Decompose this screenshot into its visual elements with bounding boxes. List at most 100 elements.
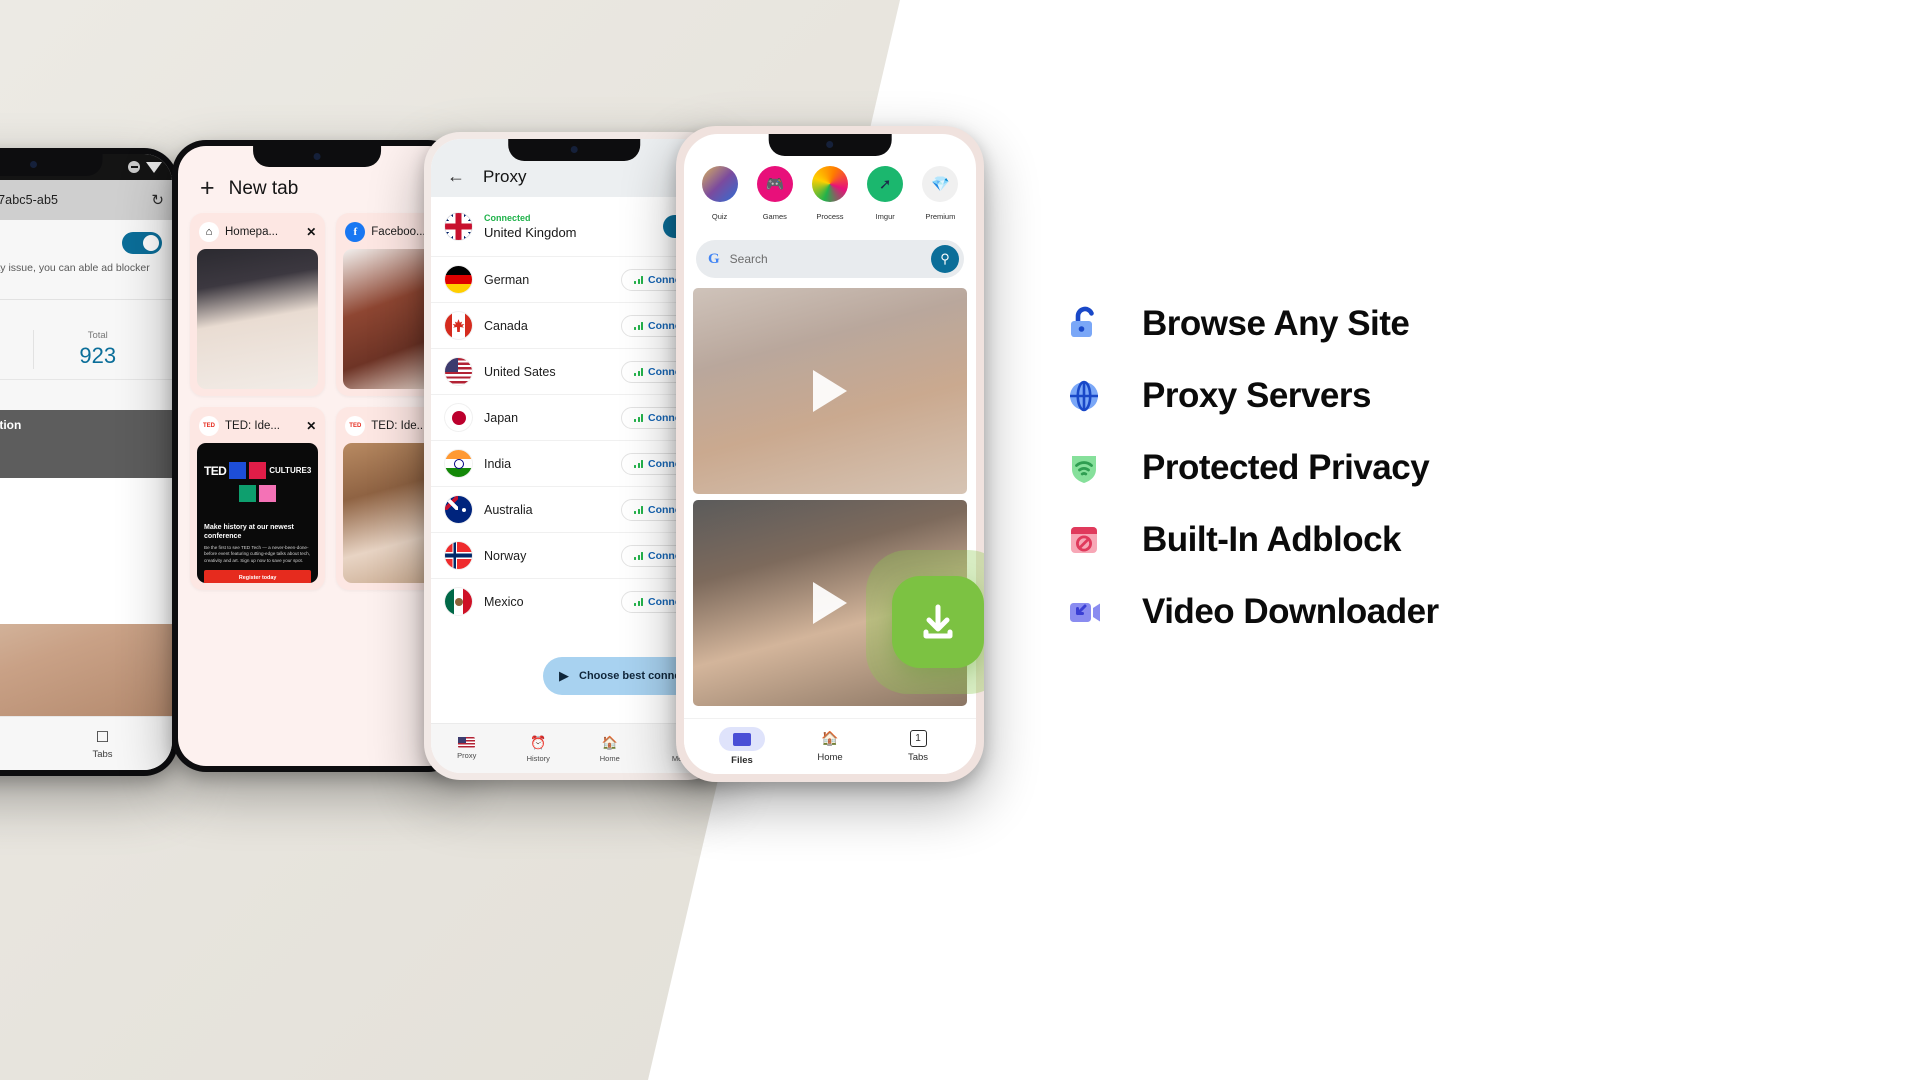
shortcut-premium[interactable]: 💎 Premium: [915, 166, 965, 224]
play-icon: ▶: [559, 668, 569, 683]
ted-block-blue: [229, 462, 247, 479]
tab-thumbnail: [343, 443, 437, 583]
search-bar[interactable]: G Search ⚲: [696, 240, 964, 278]
tab-grid: ⌂ Homepa... ✕ f Faceboo... TED TED: Ide.…: [178, 213, 456, 590]
close-icon[interactable]: ✕: [306, 225, 316, 239]
ted-wordmark: TED: [204, 463, 227, 478]
url-bar[interactable]: /kumi.tube/w/d5e7abc5-ab5 ↻: [0, 180, 172, 220]
register-button[interactable]: Register today: [204, 570, 312, 583]
divider: [0, 299, 172, 301]
tab-card[interactable]: TED TED: Ide... ✕ TED CULTURE3 Make hist…: [190, 407, 326, 590]
video-card[interactable]: [693, 288, 967, 494]
search-input[interactable]: Search: [730, 252, 921, 266]
plus-icon[interactable]: +: [200, 176, 215, 201]
nav-label: Home: [817, 752, 843, 763]
country-row[interactable]: Norway Connect: [431, 532, 717, 578]
home-icon: 🏠: [821, 730, 839, 746]
country-name: Mexico: [484, 594, 524, 609]
nav-item-home[interactable]: 🏠 Home: [574, 735, 646, 763]
ted-block-red: [249, 462, 267, 479]
nav-label: Tabs: [907, 752, 929, 763]
nav-item-home[interactable]: 🏠 Home: [786, 730, 874, 763]
feature-label: Protected Privacy: [1142, 448, 1430, 487]
tab-card[interactable]: ⌂ Homepa... ✕: [190, 213, 326, 396]
country-row[interactable]: United Sates Connect: [431, 348, 717, 394]
ca-flag-icon: [445, 312, 472, 339]
shortcut-imgur[interactable]: ➚ Imgur: [860, 166, 910, 224]
notch: [253, 146, 381, 167]
feature-built-in-adblock: Built-In Adblock: [1062, 504, 1662, 576]
nav-label: Proxy: [457, 751, 477, 760]
shortcut-games[interactable]: 🎮 Games: [750, 166, 800, 224]
country-row[interactable]: German Connect: [431, 256, 717, 302]
connection-status: Connected: [484, 213, 531, 223]
proxy-screen: ← Proxy Connected United Kingdom German …: [431, 139, 717, 773]
shortcut-label: Quiz: [711, 212, 728, 221]
shortcut-quiz[interactable]: Quiz: [695, 166, 745, 224]
country-name: Canada: [484, 318, 528, 333]
country-row[interactable]: Mexico Connect: [431, 578, 717, 624]
feature-protected-privacy: Protected Privacy: [1062, 432, 1662, 504]
connected-row[interactable]: Connected United Kingdom: [431, 197, 717, 256]
wifi-icon: [146, 161, 162, 173]
country-row[interactable]: Australia Connect: [431, 486, 717, 532]
imgur-icon: ➚: [867, 166, 904, 202]
feature-proxy-servers: Proxy Servers: [1062, 360, 1662, 432]
play-icon[interactable]: [813, 582, 847, 624]
best-connection-label: Choose best connect: [579, 670, 691, 682]
arrow-left-icon[interactable]: ←: [447, 167, 465, 185]
feature-label: Proxy Servers: [1142, 376, 1371, 415]
signal-icon: [634, 551, 643, 560]
country-row[interactable]: Canada Connect: [431, 302, 717, 348]
nav-item-proxy[interactable]: Proxy: [431, 737, 503, 760]
feature-label: Video Downloader: [1142, 592, 1439, 631]
adblock-panel: kumi.tube is website has display issue, …: [0, 220, 172, 380]
adblock-toggle[interactable]: [122, 232, 162, 254]
us-flag-icon: [445, 358, 472, 385]
tab-title: Homepa...: [225, 226, 279, 238]
feature-list: Browse Any Site Proxy Servers Protected …: [1062, 288, 1662, 648]
close-icon[interactable]: ✕: [306, 419, 316, 433]
search-icon[interactable]: ⚲: [931, 245, 959, 273]
reload-icon[interactable]: ↻: [151, 191, 164, 209]
country-name: India: [484, 456, 512, 471]
signal-icon: [634, 597, 643, 606]
bottom-nav: 🏠 Home ☐ Tabs: [0, 716, 172, 770]
page-title: Proxy: [483, 167, 527, 186]
facebook-icon: f: [345, 222, 366, 242]
video-actions: 👍 👎 ➦: [0, 454, 162, 470]
home-icon: 🏠: [0, 728, 33, 746]
notch: [768, 134, 892, 156]
nav-item-tabs[interactable]: 1 Tabs: [874, 730, 962, 763]
bottom-nav: Proxy ⏰ History 🏠 Home ☰ Menu: [431, 723, 717, 773]
feedback-link[interactable]: eedback: [0, 379, 172, 411]
url-text: /kumi.tube/w/d5e7abc5-ab5: [0, 193, 59, 207]
signal-icon: [634, 413, 643, 422]
nav-item-files[interactable]: Files: [698, 727, 786, 766]
download-icon: [892, 576, 984, 668]
tabs-screen: + New tab ⌂ Homepa... ✕ f Faceboo... TED…: [178, 146, 456, 766]
country-row[interactable]: Japan Connect: [431, 394, 717, 440]
us-flag-icon: [458, 737, 476, 748]
nav-label: History: [526, 753, 550, 763]
stat-value: 923: [79, 343, 117, 369]
no-ads-icon: [1062, 518, 1106, 562]
shield-wifi-icon: [1062, 446, 1106, 490]
signal-icon: [634, 321, 643, 330]
download-button[interactable]: [866, 550, 984, 694]
blocker-title: s blocker: [0, 309, 162, 324]
play-icon[interactable]: [813, 370, 847, 412]
shortcut-process[interactable]: Process: [805, 166, 855, 224]
nav-label: Files: [731, 755, 753, 766]
country-row[interactable]: India Connect: [431, 440, 717, 486]
google-icon: G: [708, 250, 720, 267]
nav-item-history[interactable]: ⏰ History: [503, 735, 575, 763]
nav-label: Tabs: [92, 748, 113, 760]
premium-icon: 💎: [922, 166, 959, 202]
nav-item-tabs[interactable]: ☐ Tabs: [33, 728, 172, 760]
connected-country: United Kingdom: [484, 225, 577, 240]
nav-item-home[interactable]: 🏠 Home: [0, 728, 33, 760]
stat-label: Current page: [0, 330, 33, 341]
feature-video-downloader: Video Downloader: [1062, 576, 1662, 648]
ted-body: Be the first to see TED Tech — a never-b…: [204, 544, 310, 563]
